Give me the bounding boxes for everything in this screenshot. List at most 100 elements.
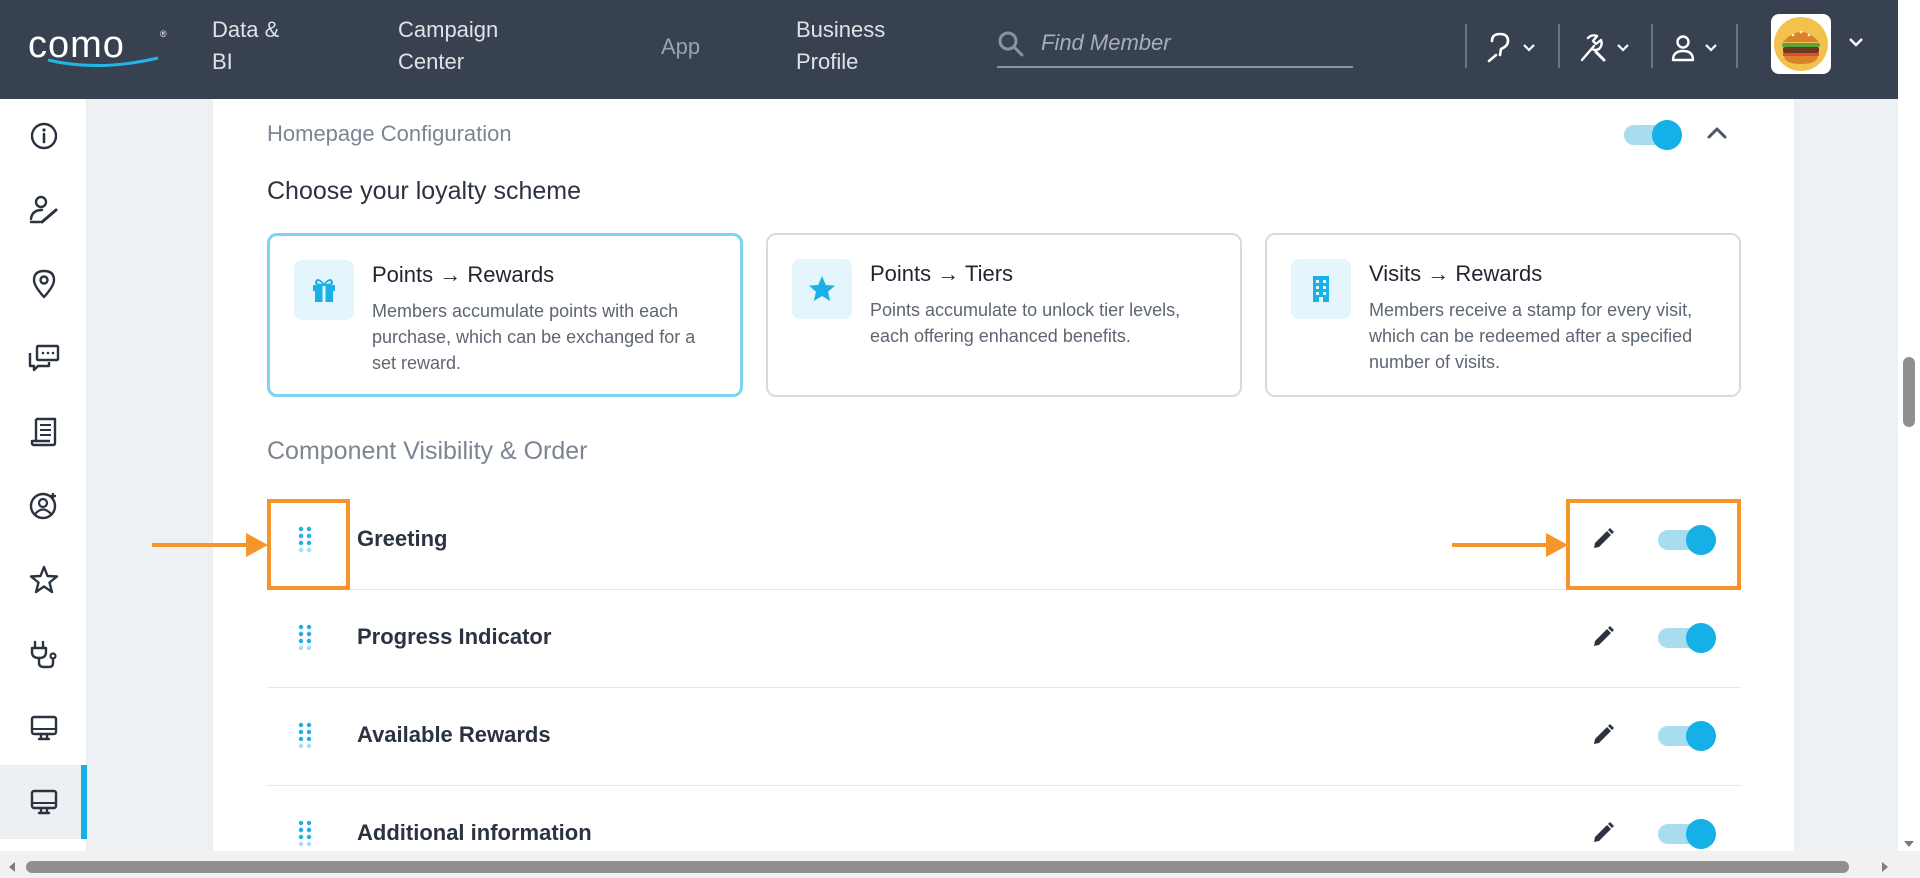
- nav-data-bi-line1: Data &: [212, 17, 280, 42]
- component-row-additional-information: Additional information: [267, 786, 1741, 851]
- nav-data-bi-line2: BI: [212, 49, 233, 74]
- pencil-edit-icon[interactable]: [1590, 624, 1616, 650]
- drag-handle-icon[interactable]: [297, 721, 313, 751]
- toggle-knob: [1686, 819, 1716, 849]
- toolbar-divider: [1465, 24, 1467, 68]
- scheme-card-visits-rewards[interactable]: Visits → Rewards Members receive a stamp…: [1265, 233, 1741, 397]
- drag-handle-icon[interactable]: [297, 623, 313, 653]
- nav-data-bi[interactable]: Data & BI: [212, 14, 279, 78]
- user-add-icon: [29, 492, 56, 520]
- scroll-left-arrow-icon[interactable]: [4, 859, 20, 875]
- sidebar-item-display[interactable]: [0, 691, 87, 765]
- help-icon: [1487, 32, 1510, 63]
- scheme-title: Points → Rewards: [372, 262, 555, 287]
- sidebar-item-info[interactable]: [0, 99, 87, 173]
- toggle-knob: [1686, 623, 1716, 653]
- homepage-enabled-toggle[interactable]: [1622, 119, 1682, 151]
- toggle-knob: [1652, 120, 1682, 150]
- como-logo[interactable]: como ®: [28, 26, 168, 72]
- nav-business-profile[interactable]: Business Profile: [796, 14, 885, 78]
- scheme-card-points-tiers[interactable]: Points → Tiers Points accumulate to unlo…: [766, 233, 1242, 397]
- help-menu-button[interactable]: [1486, 28, 1536, 68]
- vertical-scrollbar-thumb[interactable]: [1903, 357, 1915, 427]
- homepage-configuration-panel: Homepage Configuration Choose your loyal…: [213, 99, 1794, 851]
- nav-campaign-center[interactable]: Campaign Center: [398, 14, 498, 78]
- plug-icon: [30, 640, 57, 669]
- chevron-down-icon: [1705, 44, 1717, 52]
- toggle-knob: [1686, 721, 1716, 751]
- member-edit-icon: [29, 195, 57, 224]
- scheme-description: Members accumulate points with each purc…: [372, 301, 696, 373]
- burger-logo-icon: [1774, 17, 1828, 71]
- star-icon: [809, 276, 835, 301]
- user-menu-button[interactable]: [1670, 28, 1718, 68]
- location-pin-icon: [32, 269, 55, 299]
- gift-icon: [313, 279, 335, 302]
- sidebar-item-integrations[interactable]: [0, 617, 87, 691]
- arrow-right-icon: [1452, 533, 1568, 557]
- find-member-search: [997, 20, 1353, 68]
- sidebar-item-rewards[interactable]: [0, 543, 87, 617]
- chevron-up-icon[interactable]: [1705, 121, 1729, 145]
- left-sidebar: [0, 99, 87, 851]
- sidebar-item-add-member[interactable]: [0, 469, 87, 543]
- sidebar-item-member-edit[interactable]: [0, 173, 87, 247]
- nav-business-profile-line1: Business: [796, 17, 886, 42]
- additional-information-visibility-toggle[interactable]: [1656, 818, 1716, 850]
- loyalty-scheme-heading: Choose your loyalty scheme: [267, 177, 582, 205]
- component-label: Additional information: [357, 820, 592, 845]
- component-row-available-rewards: Available Rewards: [267, 688, 1741, 786]
- logo-registered-mark: ®: [160, 29, 167, 39]
- sidebar-item-app-settings[interactable]: [0, 765, 87, 839]
- drag-handle-icon[interactable]: [297, 819, 313, 849]
- scheme-description: Members receive a stamp for every visit,…: [1369, 300, 1693, 372]
- scheme-description: Points accumulate to unlock tier levels,…: [870, 300, 1181, 346]
- chevron-down-icon[interactable]: [1848, 36, 1864, 48]
- chevron-down-icon: [1523, 44, 1535, 52]
- available-rewards-visibility-toggle[interactable]: [1656, 720, 1716, 752]
- scheme-card-points-rewards[interactable]: Points → Rewards Members accumulate poin…: [267, 233, 743, 397]
- monitor-icon: [30, 715, 57, 741]
- info-icon: [30, 122, 57, 150]
- scheme-icon-container: [1291, 259, 1351, 319]
- chevron-down-icon: [1617, 44, 1629, 52]
- tools-icon: [1580, 34, 1606, 62]
- nav-app-label: App: [661, 34, 701, 59]
- business-avatar[interactable]: [1771, 14, 1831, 74]
- scheme-title: Points → Tiers: [870, 261, 1014, 286]
- sidebar-item-locations[interactable]: [0, 247, 87, 321]
- tools-menu-button[interactable]: [1578, 28, 1630, 68]
- chat-bubbles-icon: [28, 344, 59, 372]
- nav-app[interactable]: App: [661, 31, 700, 63]
- scroll-right-arrow-icon[interactable]: [1877, 859, 1893, 875]
- pencil-edit-icon[interactable]: [1590, 820, 1616, 846]
- find-member-input[interactable]: [1041, 26, 1341, 60]
- progress-indicator-visibility-toggle[interactable]: [1656, 622, 1716, 654]
- horizontal-scrollbar-thumb[interactable]: [26, 861, 1849, 873]
- nav-campaign-center-line1: Campaign: [398, 17, 499, 42]
- search-icon: [998, 31, 1024, 57]
- section-title-homepage-configuration: Homepage Configuration: [267, 121, 512, 146]
- nav-campaign-center-line2: Center: [398, 49, 465, 74]
- scheme-icon-container: [294, 260, 354, 320]
- component-label: Progress Indicator: [357, 624, 552, 649]
- toggle-switch: [1656, 818, 1716, 850]
- logo-swoosh-icon: [47, 56, 159, 68]
- toggle-switch: [1656, 622, 1716, 654]
- scroll-down-arrow-icon[interactable]: [1901, 836, 1917, 852]
- toolbar-divider: [1558, 24, 1560, 68]
- highlight-box-edit-toggle: [1566, 499, 1741, 590]
- sidebar-item-messages[interactable]: [0, 321, 87, 395]
- arrow-right-icon: [152, 533, 268, 557]
- toolbar-divider: [1651, 24, 1653, 68]
- toolbar-divider: [1736, 24, 1738, 68]
- pencil-edit-icon[interactable]: [1590, 722, 1616, 748]
- scheme-title: Visits → Rewards: [1369, 261, 1543, 286]
- sidebar-item-receipts[interactable]: [0, 395, 87, 469]
- user-icon: [1671, 35, 1695, 62]
- component-label: Greeting: [357, 526, 448, 551]
- component-label: Available Rewards: [357, 722, 551, 747]
- component-visibility-heading: Component Visibility & Order: [267, 437, 588, 465]
- highlight-box-drag-handle: [267, 499, 350, 590]
- star-icon: [29, 565, 58, 594]
